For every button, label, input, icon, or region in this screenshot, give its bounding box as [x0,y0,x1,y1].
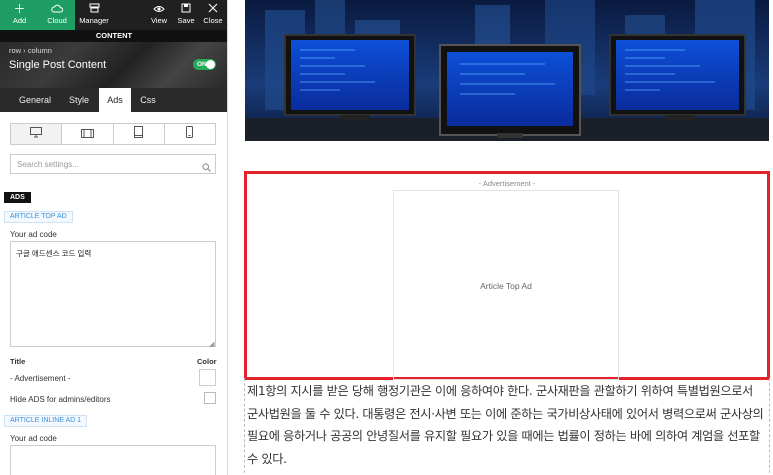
color-picker[interactable] [199,369,216,386]
title-column-header: Title [10,357,26,366]
device-tablet-landscape[interactable] [62,124,114,144]
search-input[interactable] [11,155,201,173]
ad-code-label: Your ad code [10,230,57,239]
hero-image [245,0,769,141]
close-icon [200,0,226,16]
plus-icon: ＋ [13,2,26,16]
resize-grip-icon[interactable]: ◢ [209,340,214,348]
tab-ads[interactable]: Ads [99,88,131,112]
save-button[interactable]: Save [173,0,199,30]
tab-bar: General Style Ads Css [0,88,227,112]
search-icon[interactable] [202,159,211,177]
toggle-knob [206,60,215,69]
ad-title-value[interactable]: - Advertisement - [10,374,70,383]
page-preview: - Advertisement - Article Top Ad 제1항의 지시… [229,0,773,475]
device-tablet[interactable] [114,124,165,144]
article-paragraph: 제1항의 지시를 받은 당해 행정기관은 이에 응하여야 한다. 군사재판을 관… [247,384,764,466]
add-button[interactable]: ＋ Add [0,0,39,30]
device-desktop[interactable] [11,124,63,144]
breadcrumb[interactable]: row › column [9,46,52,55]
manager-icon [75,0,113,16]
top-ad-code-field[interactable]: 구글 애드센스 코드 입력 [10,241,216,347]
ad-heading: - Advertisement - [478,179,536,188]
editor-panel: ＋ Add Cloud Manager View Save Close CONT… [0,0,228,475]
article-content: 제1항의 지시를 받은 당해 행정기관은 이에 응하여야 한다. 군사재판을 관… [244,378,770,475]
on-off-toggle[interactable]: ON [193,59,216,70]
hide-ads-label: Hide ADS for admins/editors [10,395,111,404]
hide-ads-checkbox[interactable] [204,392,216,404]
floppy-icon [173,0,199,16]
article-inline-ad-section: ARTICLE INLINE AD 1 [4,415,88,427]
search-box [10,154,216,174]
device-mobile[interactable] [165,124,215,144]
close-button[interactable]: Close [200,0,226,30]
content-bar: CONTENT [0,30,227,42]
tablet-landscape-icon [80,125,94,143]
toolbar: ＋ Add Cloud Manager View Save Close [0,0,227,30]
advertisement-highlight[interactable]: - Advertisement - Article Top Ad [244,171,770,380]
manager-button[interactable]: Manager [75,0,113,30]
inline-ad-code-label: Your ad code [10,434,57,443]
inline-ad-code-field[interactable] [10,445,216,475]
ads-section-label: ADS [4,192,31,203]
cloud-button[interactable]: Cloud [39,0,75,30]
eye-icon [146,0,172,16]
ad-placeholder-box: Article Top Ad [393,190,619,380]
device-switcher [10,123,216,145]
tab-css[interactable]: Css [132,88,164,112]
mobile-icon [186,125,194,143]
tab-style[interactable]: Style [62,88,96,112]
tablet-icon [134,125,144,143]
page-title: Single Post Content [9,59,107,71]
color-column-header: Color [197,357,217,366]
view-button[interactable]: View [146,0,172,30]
cloud-icon [39,0,75,16]
tab-general[interactable]: General [10,88,60,112]
ad-placeholder-label: Article Top Ad [480,281,532,291]
article-top-ad-section: ARTICLE TOP AD [4,211,73,223]
desktop-icon [30,125,43,143]
